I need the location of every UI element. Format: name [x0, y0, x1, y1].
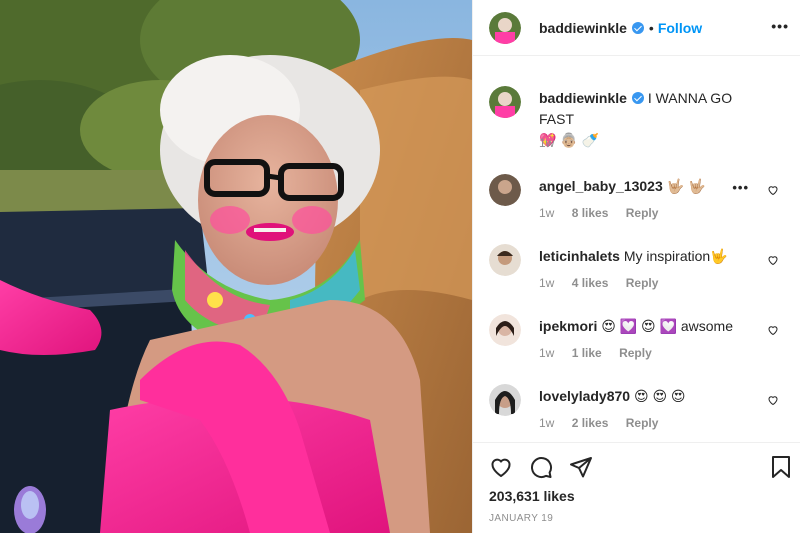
author-avatar[interactable] — [489, 86, 521, 118]
comment-like-heart-icon[interactable] — [767, 184, 779, 196]
comment-item: leticinhalets My inspiration🤟 1w 4 likes… — [489, 244, 785, 304]
commenter-avatar[interactable] — [489, 244, 521, 276]
comment-time: 1w — [539, 276, 555, 290]
comment-item: ipekmori 😍 💟 😍 💟 awsome 1w 1 like Reply — [489, 314, 785, 374]
comment-username[interactable]: ipekmori — [539, 318, 597, 334]
caption-time: 1w — [539, 136, 555, 150]
reply-button[interactable]: Reply — [619, 346, 652, 360]
author-username[interactable]: baddiewinkle — [539, 20, 627, 36]
caption-text: baddiewinkle I WANNA GO FAST 💖 👵🏼 🍼 — [539, 88, 745, 151]
comment-meta: 1w 4 likes Reply — [539, 276, 672, 290]
comment-time: 1w — [539, 416, 555, 430]
comment-body: 😍 😍 😍 — [633, 388, 686, 404]
comment-like-heart-icon[interactable] — [767, 324, 779, 336]
comment-likes[interactable]: 1 like — [572, 346, 602, 360]
likes-count[interactable]: 203,631 likes — [489, 488, 575, 504]
caption-meta: 1w — [539, 136, 568, 150]
comment-body: 🤟🏼 🤟🏼 — [666, 178, 706, 194]
comment-text: ipekmori 😍 💟 😍 💟 awsome — [539, 316, 745, 337]
post-actions: 203,631 likes JANUARY 19 — [473, 442, 800, 533]
comment-time: 1w — [539, 346, 555, 360]
caption-username[interactable]: baddiewinkle — [539, 90, 627, 106]
post-header: baddiewinkle • Follow ••• — [473, 0, 800, 56]
comment-text: lovelylady870 😍 😍 😍 — [539, 386, 745, 407]
comment-likes[interactable]: 8 likes — [572, 206, 609, 220]
author-avatar[interactable] — [489, 11, 521, 44]
commenter-avatar[interactable] — [489, 384, 521, 416]
comment-item: angel_baby_13023 🤟🏼 🤟🏼 ••• 1w 8 likes Re… — [489, 174, 785, 234]
header-separator: • — [648, 19, 654, 36]
comment-username[interactable]: leticinhalets — [539, 248, 620, 264]
more-options-icon[interactable]: ••• — [771, 18, 789, 34]
post-image — [0, 0, 472, 533]
comment-meta: 1w 8 likes Reply — [539, 206, 672, 220]
reply-button[interactable]: Reply — [626, 206, 659, 220]
comment-time: 1w — [539, 206, 555, 220]
comment-likes[interactable]: 2 likes — [572, 416, 609, 430]
verified-badge-icon — [631, 92, 644, 104]
comment-username[interactable]: lovelylady870 — [539, 388, 630, 404]
comment-more-icon[interactable]: ••• — [732, 180, 749, 195]
comment-item: lovelylady870 😍 😍 😍 1w 2 likes Reply — [489, 384, 785, 442]
comment-text: angel_baby_13023 🤟🏼 🤟🏼 — [539, 176, 745, 197]
share-icon[interactable] — [569, 455, 593, 479]
commenter-avatar[interactable] — [489, 314, 521, 346]
comment-meta: 1w 1 like Reply — [539, 346, 666, 360]
comment-username[interactable]: angel_baby_13023 — [539, 178, 663, 194]
caption-row: baddiewinkle I WANNA GO FAST 💖 👵🏼 🍼 1w — [489, 86, 785, 156]
post-side-panel: baddiewinkle • Follow ••• baddiewinkle I… — [472, 0, 800, 533]
comment-body: 😍 💟 😍 💟 awsome — [601, 318, 733, 334]
reply-button[interactable]: Reply — [626, 416, 659, 430]
bookmark-icon[interactable] — [769, 455, 793, 479]
comment-text: leticinhalets My inspiration🤟 — [539, 246, 745, 267]
comment-likes[interactable]: 4 likes — [572, 276, 609, 290]
reply-button[interactable]: Reply — [626, 276, 659, 290]
comment-icon[interactable] — [529, 455, 553, 479]
post-date: JANUARY 19 — [489, 513, 554, 524]
post-photo[interactable] — [0, 0, 472, 533]
comment-meta: 1w 2 likes Reply — [539, 416, 672, 430]
verified-badge-icon — [631, 21, 644, 34]
comment-like-heart-icon[interactable] — [767, 394, 779, 406]
comment-body: My inspiration🤟 — [623, 248, 728, 264]
commenter-avatar[interactable] — [489, 174, 521, 206]
follow-button[interactable]: Follow — [658, 20, 702, 36]
comments-list[interactable]: baddiewinkle I WANNA GO FAST 💖 👵🏼 🍼 1w a… — [473, 57, 800, 442]
comment-like-heart-icon[interactable] — [767, 254, 779, 266]
heart-icon[interactable] — [489, 455, 513, 479]
